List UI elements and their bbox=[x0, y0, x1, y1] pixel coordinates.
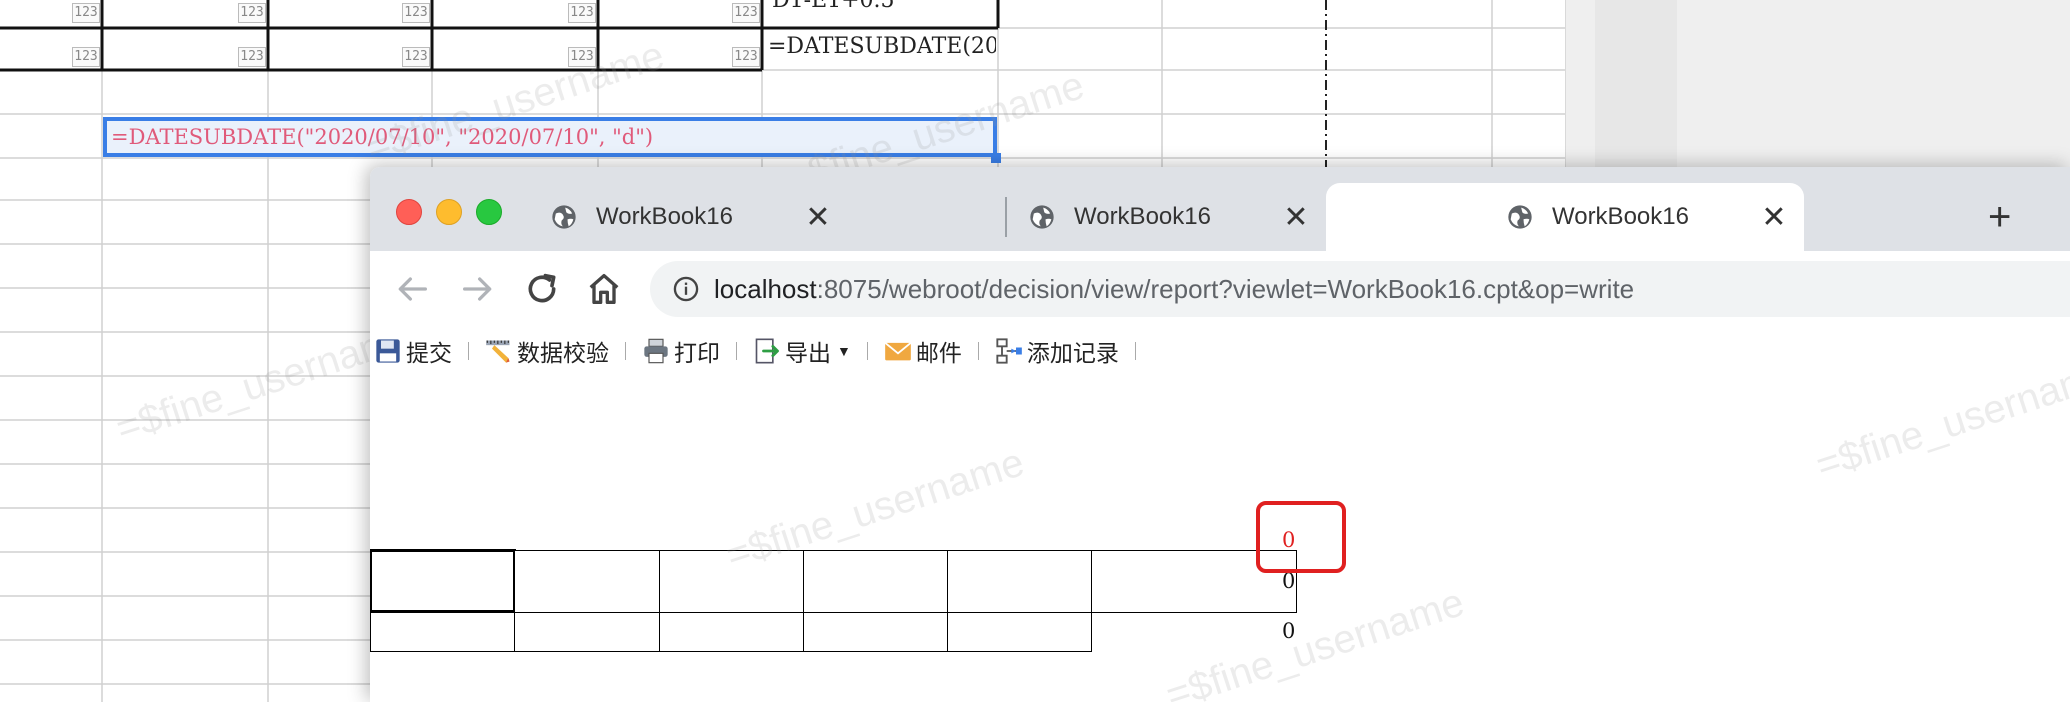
cell-type-badge: 123 bbox=[402, 47, 430, 67]
reload-icon[interactable] bbox=[522, 269, 562, 309]
tab-title: WorkBook16 bbox=[596, 203, 733, 230]
sheet-cell-formula[interactable]: D1-E1+0.5 bbox=[772, 0, 994, 16]
envelope-icon bbox=[884, 342, 912, 361]
ruler-pencil-icon bbox=[486, 340, 510, 363]
submit-button[interactable]: 提交 bbox=[370, 331, 456, 371]
url-host: localhost bbox=[714, 274, 817, 304]
mail-button[interactable]: 邮件 bbox=[880, 331, 966, 371]
cell-type-badge: 123 bbox=[72, 47, 100, 67]
toolbar-separator bbox=[625, 342, 626, 360]
toolbar-separator bbox=[866, 342, 868, 360]
report-preview-area bbox=[370, 375, 2070, 702]
export-label: 导出 bbox=[785, 341, 831, 367]
export-icon bbox=[755, 338, 779, 364]
back-arrow-icon[interactable] bbox=[392, 269, 432, 309]
address-bar[interactable]: localhost:8075/webroot/decision/view/rep… bbox=[650, 261, 2070, 317]
cell-type-badge: 123 bbox=[732, 3, 760, 23]
add-record-button[interactable]: 添加记录 bbox=[991, 331, 1123, 371]
submit-label: 提交 bbox=[406, 341, 452, 367]
report-cell[interactable] bbox=[514, 612, 660, 652]
cell-type-badge: 123 bbox=[238, 47, 266, 67]
browser-tab[interactable]: WorkBook16 ✕ bbox=[848, 183, 1326, 251]
floppy-disk-icon bbox=[376, 339, 400, 363]
browser-window: WorkBook16 ✕ WorkBook16 ✕ WorkBook16 ✕ + bbox=[370, 167, 2070, 702]
new-tab-button[interactable]: + bbox=[1988, 197, 2011, 237]
tab-close-icon[interactable]: ✕ bbox=[1278, 200, 1314, 235]
url-path: :8075/webroot/decision/view/report?viewl… bbox=[816, 274, 1635, 304]
cell-type-badge: 123 bbox=[72, 3, 100, 23]
tab-close-icon[interactable]: ✕ bbox=[800, 200, 836, 235]
export-button[interactable]: 导出 ▼ bbox=[749, 331, 855, 371]
report-cell[interactable] bbox=[514, 550, 660, 613]
report-cell[interactable] bbox=[370, 612, 516, 652]
browser-tab[interactable]: WorkBook16 ✕ bbox=[370, 183, 848, 251]
add-record-icon bbox=[996, 338, 1022, 364]
result-highlight-box bbox=[1256, 501, 1346, 573]
report-cell[interactable] bbox=[659, 612, 804, 652]
print-button[interactable]: 打印 bbox=[638, 331, 724, 371]
toolbar-separator bbox=[977, 342, 979, 360]
tab-title: WorkBook16 bbox=[1074, 203, 1211, 230]
forward-arrow-icon[interactable] bbox=[458, 269, 498, 309]
sheet-cell-formula[interactable]: =DATESUBDATE(202 bbox=[768, 34, 996, 66]
add-record-label: 添加记录 bbox=[1026, 341, 1119, 367]
url-text[interactable]: localhost:8075/webroot/decision/view/rep… bbox=[714, 274, 1634, 305]
globe-icon bbox=[552, 205, 576, 229]
cell-type-badge: 123 bbox=[568, 3, 596, 23]
navigation-bar: localhost:8075/webroot/decision/view/rep… bbox=[370, 251, 2070, 328]
report-cell[interactable] bbox=[947, 550, 1092, 613]
globe-icon bbox=[1030, 205, 1054, 229]
designer-side-panel-divider bbox=[1595, 0, 1677, 168]
mail-label: 邮件 bbox=[915, 341, 962, 367]
selected-formula-cell[interactable]: =DATESUBDATE("2020/07/10", "2020/07/10",… bbox=[103, 117, 997, 157]
tab-title: WorkBook16 bbox=[1552, 203, 1689, 230]
report-cell-value: 0 bbox=[1282, 619, 1296, 643]
print-label: 打印 bbox=[674, 341, 720, 367]
tab-close-icon[interactable]: ✕ bbox=[1756, 200, 1792, 235]
toolbar-separator bbox=[468, 342, 469, 360]
cell-type-badge: 123 bbox=[238, 3, 266, 23]
cell-type-badge: 123 bbox=[568, 47, 596, 67]
report-cell[interactable] bbox=[370, 550, 516, 613]
info-icon[interactable] bbox=[672, 275, 700, 303]
report-cell[interactable] bbox=[659, 550, 804, 613]
cell-type-badge: 123 bbox=[402, 3, 430, 23]
report-cell[interactable] bbox=[803, 612, 948, 652]
printer-icon bbox=[644, 338, 668, 364]
cell-type-badge: 123 bbox=[732, 47, 760, 67]
toolbar-separator bbox=[1134, 342, 1136, 360]
report-toolbar: 提交 数据校验 打印 导出 ▼ 邮件 添加记录 bbox=[370, 327, 2070, 376]
globe-icon bbox=[1508, 205, 1532, 229]
toolbar-separator bbox=[736, 342, 737, 360]
data-validation-label: 数据校验 bbox=[517, 341, 609, 367]
report-cell[interactable] bbox=[803, 550, 948, 613]
report-cell[interactable] bbox=[947, 612, 1092, 652]
dropdown-caret-icon: ▼ bbox=[837, 343, 851, 359]
tab-bar: WorkBook16 ✕ WorkBook16 ✕ WorkBook16 ✕ + bbox=[370, 167, 2070, 251]
cell-fill-handle[interactable] bbox=[991, 153, 1001, 163]
data-validation-button[interactable]: 数据校验 bbox=[481, 331, 613, 371]
result-value: 0 bbox=[1282, 528, 1296, 552]
browser-tab-active[interactable]: WorkBook16 ✕ bbox=[1326, 183, 1804, 251]
home-icon[interactable] bbox=[584, 269, 624, 309]
